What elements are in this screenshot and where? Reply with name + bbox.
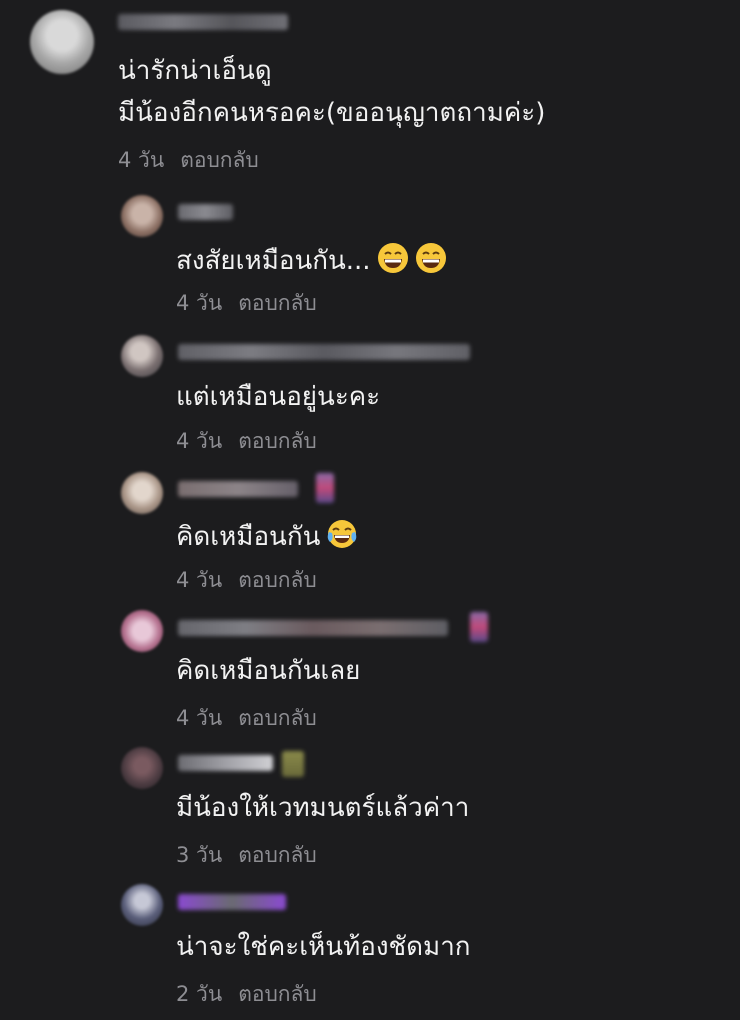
reply-button[interactable]: ตอบกลับ <box>238 291 317 315</box>
username-redacted[interactable] <box>178 481 298 497</box>
avatar[interactable] <box>121 195 163 237</box>
badge-redacted <box>282 751 304 777</box>
avatar[interactable] <box>121 472 163 514</box>
reply-button[interactable]: ตอบกลับ <box>238 982 317 1006</box>
reply-button[interactable]: ตอบกลับ <box>238 429 317 453</box>
avatar[interactable] <box>121 335 163 377</box>
comment-main: น่ารักน่าเอ็นดู มีน้องอีกคนหรอคะ(ขออนุญา… <box>0 0 740 175</box>
username-redacted[interactable] <box>178 620 448 636</box>
reply-text: สงสัยเหมือนกัน... <box>176 242 447 278</box>
reply-time: 3 วัน <box>176 843 223 867</box>
reply-button[interactable]: ตอบกลับ <box>180 148 259 172</box>
reply-1: สงสัยเหมือนกัน... 4 วัน ตอบกลับ <box>0 190 740 320</box>
tears-of-joy-icon <box>328 520 357 548</box>
avatar[interactable] <box>121 610 163 652</box>
reply-2: แต่เหมือนอยู่นะคะ 4 วัน ตอบกลับ <box>0 330 740 460</box>
reply-text-content: คิดเหมือนกัน <box>176 522 321 552</box>
comment-text-line-1: น่ารักน่าเอ็นดู <box>118 56 272 86</box>
reply-meta: 4 วัน ตอบกลับ <box>176 425 317 458</box>
username-redacted[interactable] <box>178 204 233 220</box>
badge-redacted <box>316 473 334 503</box>
reply-meta: 4 วัน ตอบกลับ <box>176 702 317 735</box>
avatar[interactable] <box>121 884 163 926</box>
reply-text: คิดเหมือนกันเลย <box>176 656 361 686</box>
grinning-face-icon <box>377 243 408 273</box>
reply-time: 4 วัน <box>176 291 223 315</box>
avatar[interactable] <box>30 10 94 74</box>
reply-meta: 2 วัน ตอบกลับ <box>176 978 317 1011</box>
username-redacted[interactable] <box>178 344 470 360</box>
reply-6: น่าจะใช่คะเห็นท้องชัดมาก 2 วัน ตอบกลับ <box>0 880 740 1010</box>
username-redacted[interactable] <box>178 894 286 910</box>
reply-meta: 3 วัน ตอบกลับ <box>176 839 317 872</box>
reply-button[interactable]: ตอบกลับ <box>238 706 317 730</box>
reply-meta: 4 วัน ตอบกลับ <box>176 564 317 597</box>
reply-5: มีน้องให้เวทมนตร์แล้วค่าา 3 วัน ตอบกลับ <box>0 743 740 873</box>
reply-text: มีน้องให้เวทมนตร์แล้วค่าา <box>176 793 470 823</box>
reply-text-content: สงสัยเหมือนกัน... <box>176 246 371 276</box>
username-redacted[interactable] <box>178 755 273 771</box>
badge-redacted <box>470 612 488 642</box>
reply-time: 4 วัน <box>176 429 223 453</box>
comment-meta: 4 วัน ตอบกลับ <box>118 144 259 177</box>
comment-text-line-2: มีน้องอีกคนหรอคะ(ขออนุญาตถามค่ะ) <box>118 98 546 128</box>
reply-time: 4 วัน <box>176 706 223 730</box>
reply-3: คิดเหมือนกัน 4 วัน ตอบกลับ <box>0 467 740 597</box>
reply-button[interactable]: ตอบกลับ <box>238 568 317 592</box>
reply-4: คิดเหมือนกันเลย 4 วัน ตอบกลับ <box>0 606 740 736</box>
reply-text: แต่เหมือนอยู่นะคะ <box>176 382 381 412</box>
reply-text: คิดเหมือนกัน <box>176 518 358 554</box>
avatar[interactable] <box>121 747 163 789</box>
reply-button[interactable]: ตอบกลับ <box>238 843 317 867</box>
reply-time: 4 วัน <box>176 568 223 592</box>
reply-time: 2 วัน <box>176 982 223 1006</box>
reply-meta: 4 วัน ตอบกลับ <box>176 287 317 320</box>
reply-text: น่าจะใช่คะเห็นท้องชัดมาก <box>176 932 471 962</box>
grinning-face-icon <box>415 243 446 273</box>
username-redacted[interactable] <box>118 14 288 30</box>
comment-time: 4 วัน <box>118 148 165 172</box>
